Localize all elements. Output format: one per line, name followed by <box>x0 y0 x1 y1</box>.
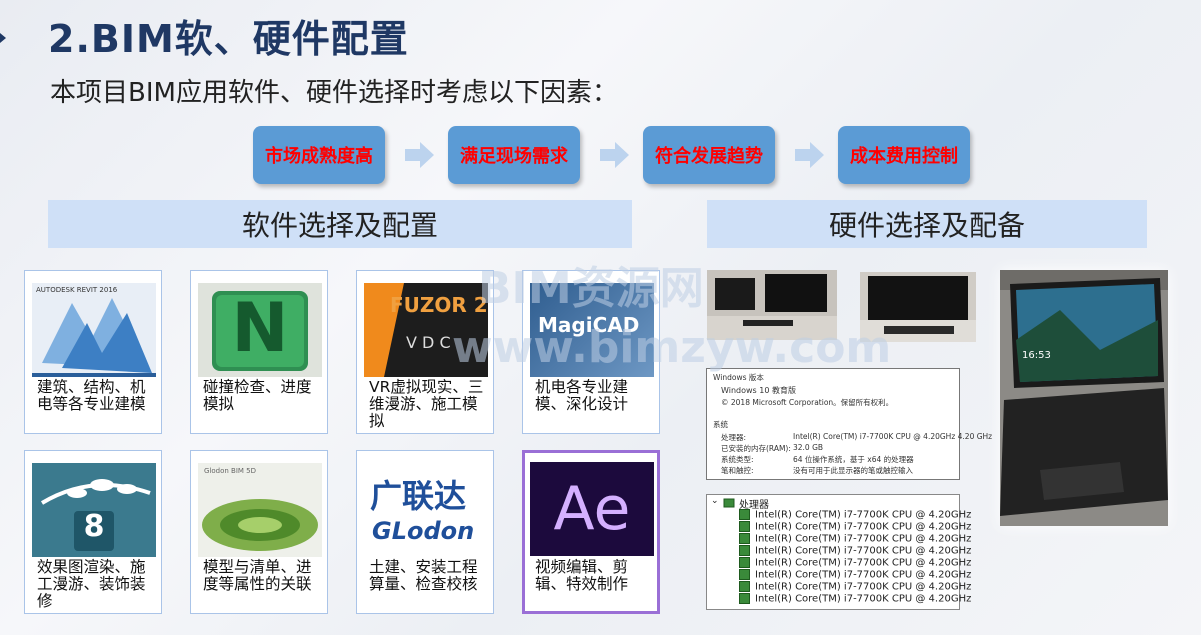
revit-logo-text: AUTODESK REVIT 2016 <box>36 286 118 294</box>
laptop-clock: 16:53 <box>1022 350 1051 361</box>
software-heading: 软件选择及配置 <box>48 200 632 248</box>
cpu-chip-icon <box>739 569 750 580</box>
cpu-chip-icon <box>739 533 750 544</box>
system-row-label: 处理器: <box>721 433 747 442</box>
lumion-logo-text: 8 <box>83 509 105 544</box>
system-row-value: 没有可用于此显示器的笔或触控输入 <box>793 466 913 475</box>
system-row-value: 32.0 GB <box>793 443 824 452</box>
software-card-glodon: 广联达 GLodon 土建、安装工程算量、检查校核 <box>356 450 494 614</box>
aftereffects-logo-text: Ae <box>553 474 631 544</box>
fuzor-logo-sub: V D C <box>406 333 451 352</box>
processor-item[interactable]: Intel(R) Core(TM) i7-7700K CPU @ 4.20GHz <box>739 521 971 533</box>
factor-step-3: 符合发展趋势 <box>643 126 775 184</box>
cpu-chip-icon <box>739 545 750 556</box>
system-row-label: 已安装的内存(RAM): <box>721 444 791 453</box>
cpu-chip-icon <box>739 593 750 604</box>
software-card-lumion: 8 效果图渲染、施工漫游、装饰装修 <box>24 450 162 614</box>
bim5d-logo: Glodon BIM 5D <box>198 463 322 557</box>
device-manager-panel: ⌄ 处理器 Intel(R) Core(TM) i7-7700K CPU @ 4… <box>706 494 971 610</box>
software-caption: 视频编辑、剪辑、特效制作 <box>535 558 629 593</box>
bim5d-logo-text: Glodon BIM 5D <box>204 467 257 475</box>
flow-arrow-icon <box>600 142 629 168</box>
watermark-line-2: www.bimzyw.com <box>452 322 892 373</box>
software-caption: 碰撞检查、进度模拟 <box>203 378 312 413</box>
revit-logo: AUTODESK REVIT 2016 <box>32 283 156 377</box>
processor-category-icon <box>723 498 735 508</box>
software-card-revit: AUTODESK REVIT 2016 建筑、结构、机电等各专业建模 <box>24 270 162 434</box>
glodon-logo-sub: GLodon <box>372 517 475 545</box>
slide-subtitle: 本项目BIM应用软件、硬件选择时考虑以下因素： <box>50 78 618 108</box>
system-info-panel: Windows 版本 Windows 10 教育版 © 2018 Microso… <box>706 368 992 480</box>
windows-copyright: © 2018 Microsoft Corporation。保留所有权利。 <box>721 398 894 407</box>
software-card-navisworks: N 碰撞检查、进度模拟 <box>190 270 328 434</box>
flow-arrow-icon <box>795 142 824 168</box>
processor-item[interactable]: Intel(R) Core(TM) i7-7700K CPU @ 4.20GHz <box>739 569 971 581</box>
glodon-logo: 广联达 GLodon <box>364 463 488 557</box>
software-caption: 效果图渲染、施工漫游、装饰装修 <box>37 558 146 610</box>
factor-step-1: 市场成熟度高 <box>253 126 385 184</box>
software-card-bim5d: Glodon BIM 5D 模型与清单、进度等属性的关联 <box>190 450 328 614</box>
software-caption: 模型与清单、进度等属性的关联 <box>203 558 312 593</box>
factor-step-4: 成本费用控制 <box>838 126 970 184</box>
flow-arrow-icon <box>405 142 434 168</box>
fuzor-logo-text: FUZOR 2018 <box>390 293 488 317</box>
system-section-label: 系统 <box>713 420 728 429</box>
title-chevron-icon <box>0 28 6 48</box>
system-info-header: Windows 版本 <box>713 373 764 382</box>
cpu-chip-icon <box>739 509 750 520</box>
processor-item[interactable]: Intel(R) Core(TM) i7-7700K CPU @ 4.20GHz <box>739 557 971 569</box>
processor-item[interactable]: Intel(R) Core(TM) i7-7700K CPU @ 4.20GHz <box>739 581 971 593</box>
watermark-line-1: BIM资源网 <box>478 263 704 314</box>
cpu-chip-icon <box>739 581 750 592</box>
slide-title: 2.BIM软、硬件配置 <box>48 17 409 61</box>
software-card-aftereffects: Ae 视频编辑、剪辑、特效制作 <box>522 450 660 614</box>
cpu-chip-icon <box>739 557 750 568</box>
processor-item[interactable]: Intel(R) Core(TM) i7-7700K CPU @ 4.20GHz <box>739 533 971 545</box>
laptop-photo: 16:53 <box>1000 270 1168 526</box>
software-caption: 土建、安装工程算量、检查校核 <box>369 558 478 593</box>
system-row-value: Intel(R) Core(TM) i7-7700K CPU @ 4.20GHz… <box>793 432 993 441</box>
system-row-label: 系统类型: <box>721 455 754 464</box>
chevron-down-icon[interactable]: ⌄ <box>711 496 719 506</box>
lumion-logo: 8 <box>32 463 156 557</box>
aftereffects-logo: Ae <box>530 462 654 556</box>
windows-edition: Windows 10 教育版 <box>721 386 796 395</box>
navisworks-logo-text: N <box>231 289 289 368</box>
processor-item[interactable]: Intel(R) Core(TM) i7-7700K CPU @ 4.20GHz <box>739 545 971 557</box>
software-caption: 建筑、结构、机电等各专业建模 <box>37 378 146 413</box>
software-caption: 机电各专业建模、深化设计 <box>535 378 629 413</box>
processor-item[interactable]: Intel(R) Core(TM) i7-7700K CPU @ 4.20GHz <box>739 509 971 521</box>
cpu-chip-icon <box>739 521 750 532</box>
software-caption: VR虚拟现实、三维漫游、施工模拟 <box>369 378 484 430</box>
navisworks-logo: N <box>198 283 322 377</box>
system-row-label: 笔和触控: <box>721 466 754 475</box>
factor-step-2: 满足现场需求 <box>448 126 580 184</box>
hardware-heading: 硬件选择及配备 <box>707 200 1147 248</box>
glodon-logo-text: 广联达 <box>370 477 467 515</box>
system-row-value: 64 位操作系统，基于 x64 的处理器 <box>793 455 914 464</box>
processor-item[interactable]: Intel(R) Core(TM) i7-7700K CPU @ 4.20GHz <box>739 593 971 605</box>
